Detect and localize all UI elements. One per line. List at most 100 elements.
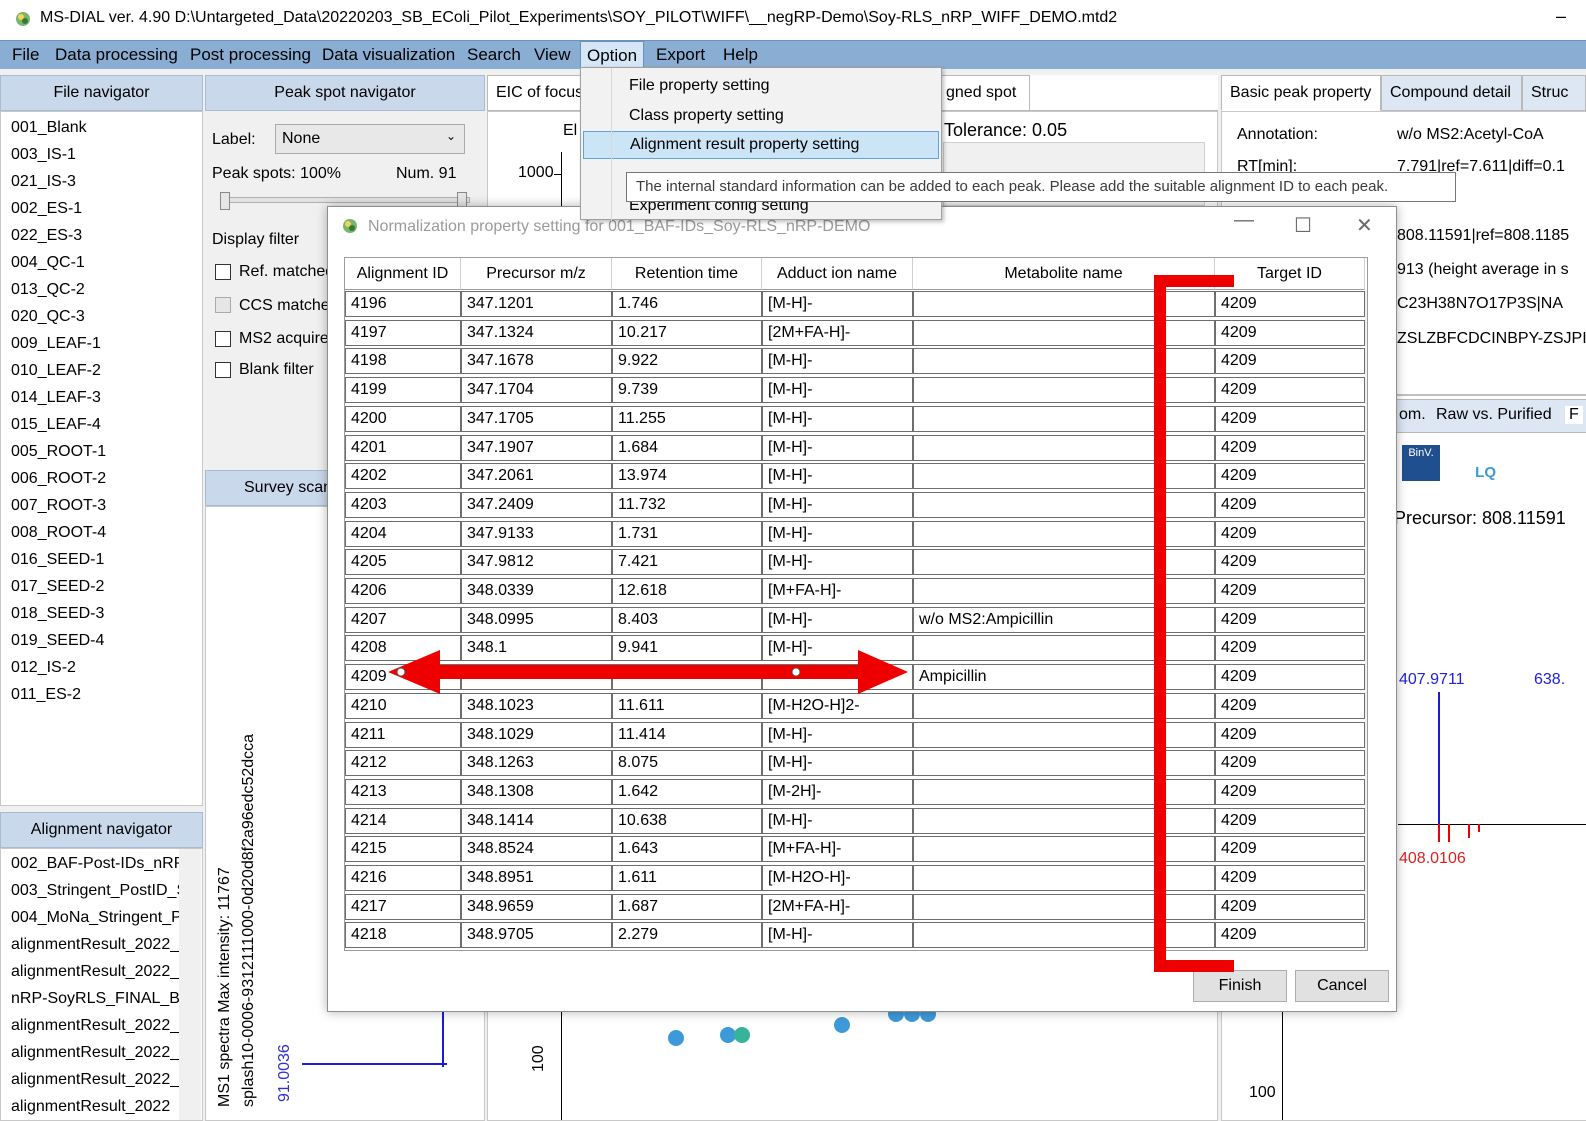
grid-scrollbar[interactable]: ︿ ﹀ xyxy=(1365,290,1368,950)
list-item[interactable]: alignmentResult_2022 xyxy=(11,1098,170,1116)
table-cell[interactable]: 12.618 xyxy=(612,578,762,604)
table-cell[interactable]: 4197 xyxy=(345,319,461,346)
table-cell[interactable]: 348.1029 xyxy=(461,721,612,748)
table-cell[interactable]: 4209 xyxy=(1215,635,1365,662)
table-cell[interactable]: 4209 xyxy=(1215,463,1365,490)
list-item[interactable]: 012_IS-2 xyxy=(11,659,76,677)
table-cell[interactable]: 4207 xyxy=(345,606,461,633)
table-cell[interactable]: [M-H]- xyxy=(762,434,913,461)
finish-button[interactable]: Finish xyxy=(1193,970,1287,1002)
list-item[interactable]: 005_ROOT-1 xyxy=(11,443,106,461)
table-cell[interactable]: 348.1308 xyxy=(461,778,612,805)
table-cell[interactable]: 4209 xyxy=(1215,807,1365,834)
cancel-button[interactable]: Cancel xyxy=(1295,970,1389,1002)
table-cell[interactable]: [M+FA-H]- xyxy=(762,578,913,604)
table-cell[interactable]: [M-H]- xyxy=(762,405,913,432)
table-cell[interactable]: 4201 xyxy=(345,434,461,461)
table-cell[interactable]: 348.9705 xyxy=(461,922,612,949)
menu-post-processing[interactable]: Post processing xyxy=(184,41,317,70)
table-cell[interactable]: [M+FA-H]- xyxy=(762,836,913,863)
menu-help[interactable]: Help xyxy=(717,41,764,70)
table-cell[interactable]: 4204 xyxy=(345,520,461,547)
table-cell[interactable]: 4203 xyxy=(345,491,461,518)
table-cell[interactable]: [M-H]- xyxy=(762,491,913,518)
table-cell[interactable]: [M-H]- xyxy=(762,377,913,404)
list-item[interactable]: 021_IS-3 xyxy=(11,173,76,191)
table-cell[interactable]: 4196 xyxy=(345,291,461,317)
table-cell[interactable] xyxy=(913,319,1215,346)
table-cell[interactable]: 348.0339 xyxy=(461,578,612,604)
table-cell[interactable]: 4212 xyxy=(345,750,461,777)
list-item[interactable]: 015_LEAF-4 xyxy=(11,416,101,434)
table-cell[interactable]: 4214 xyxy=(345,807,461,834)
list-item[interactable]: 013_QC-2 xyxy=(11,281,85,299)
list-item[interactable]: 016_SEED-1 xyxy=(11,551,104,569)
table-cell[interactable] xyxy=(913,549,1215,576)
list-item[interactable]: alignmentResult_2022_ xyxy=(11,1071,179,1089)
table-cell[interactable]: [M-H]- xyxy=(762,922,913,949)
table-cell[interactable]: 10.217 xyxy=(612,319,762,346)
table-cell[interactable]: [2M+FA-H]- xyxy=(762,319,913,346)
table-cell[interactable]: 1.643 xyxy=(612,836,762,863)
table-cell[interactable]: 4209 xyxy=(1215,721,1365,748)
list-item[interactable]: 010_LEAF-2 xyxy=(11,362,101,380)
list-item[interactable]: 002_ES-1 xyxy=(11,200,82,218)
table-cell[interactable] xyxy=(913,520,1215,547)
list-item[interactable]: 022_ES-3 xyxy=(11,227,82,245)
table-cell[interactable]: 347.1678 xyxy=(461,348,612,375)
table-cell[interactable]: [M-H]- xyxy=(762,750,913,777)
table-cell[interactable]: [M-2H]- xyxy=(762,778,913,805)
table-cell[interactable]: 10.638 xyxy=(612,807,762,834)
table-cell[interactable]: 348.0995 xyxy=(461,606,612,633)
table-cell[interactable]: [M-H]- xyxy=(762,606,913,633)
table-cell[interactable]: 4209 xyxy=(1215,291,1365,317)
tab-eic-of-focus[interactable]: EIC of focus xyxy=(487,75,585,111)
list-item[interactable]: alignmentResult_2022_( xyxy=(11,936,184,954)
table-cell[interactable]: [M-H]- xyxy=(762,348,913,375)
table-cell[interactable]: [M-H]- xyxy=(762,520,913,547)
table-cell[interactable] xyxy=(913,893,1215,920)
table-cell[interactable] xyxy=(913,578,1215,604)
table-cell[interactable] xyxy=(913,463,1215,490)
table-cell[interactable]: 4216 xyxy=(345,865,461,891)
table-cell[interactable]: 11.255 xyxy=(612,405,762,432)
table-cell[interactable]: 8.075 xyxy=(612,750,762,777)
table-cell[interactable]: 4213 xyxy=(345,778,461,805)
table-cell[interactable]: 4209 xyxy=(1215,750,1365,777)
menu-option[interactable]: Option xyxy=(580,41,645,70)
list-item[interactable]: 001_Blank xyxy=(11,119,87,137)
list-item[interactable]: 004_QC-1 xyxy=(11,254,85,272)
table-cell[interactable]: 347.1705 xyxy=(461,405,612,432)
col-header-adduct[interactable]: Adduct ion name xyxy=(762,258,913,290)
peak-spots-slider[interactable] xyxy=(220,197,470,203)
tab-om[interactable]: om. xyxy=(1399,406,1426,424)
table-cell[interactable]: 4209 xyxy=(1215,692,1365,719)
table-cell[interactable]: 4209 xyxy=(1215,865,1365,891)
menu-item-file-property[interactable]: File property setting xyxy=(629,77,770,95)
list-item[interactable]: 008_ROOT-4 xyxy=(11,524,106,542)
table-cell[interactable]: 4209 xyxy=(1215,377,1365,404)
col-header-retention-time[interactable]: Retention time xyxy=(612,258,762,290)
table-cell[interactable]: 4199 xyxy=(345,377,461,404)
table-cell[interactable] xyxy=(913,692,1215,719)
table-cell[interactable]: 4209 xyxy=(1215,348,1365,375)
table-cell[interactable] xyxy=(913,807,1215,834)
table-cell[interactable]: [M-H]- xyxy=(762,463,913,490)
table-cell[interactable]: [M-H]- xyxy=(762,807,913,834)
alignment-scrollbar[interactable] xyxy=(179,849,201,1120)
tab-aligned-spot[interactable]: gned spot xyxy=(938,75,1030,111)
menu-export[interactable]: Export xyxy=(650,41,711,70)
menu-file[interactable]: File xyxy=(6,41,45,70)
list-item[interactable]: 007_ROOT-3 xyxy=(11,497,106,515)
scrollbar-thumb[interactable] xyxy=(1367,484,1368,494)
table-cell[interactable]: 4200 xyxy=(345,405,461,432)
menu-data-visualization[interactable]: Data visualization xyxy=(316,41,461,70)
tab-structure[interactable]: Struc xyxy=(1522,75,1586,111)
table-cell[interactable]: 4202 xyxy=(345,463,461,490)
tab-compound-detail[interactable]: Compound detail xyxy=(1381,75,1522,111)
table-cell[interactable] xyxy=(913,291,1215,317)
table-cell[interactable] xyxy=(913,922,1215,949)
table-cell[interactable]: 348.8524 xyxy=(461,836,612,863)
table-cell[interactable]: 4209 xyxy=(1215,520,1365,547)
label-select[interactable]: None ⌄ xyxy=(275,124,465,154)
